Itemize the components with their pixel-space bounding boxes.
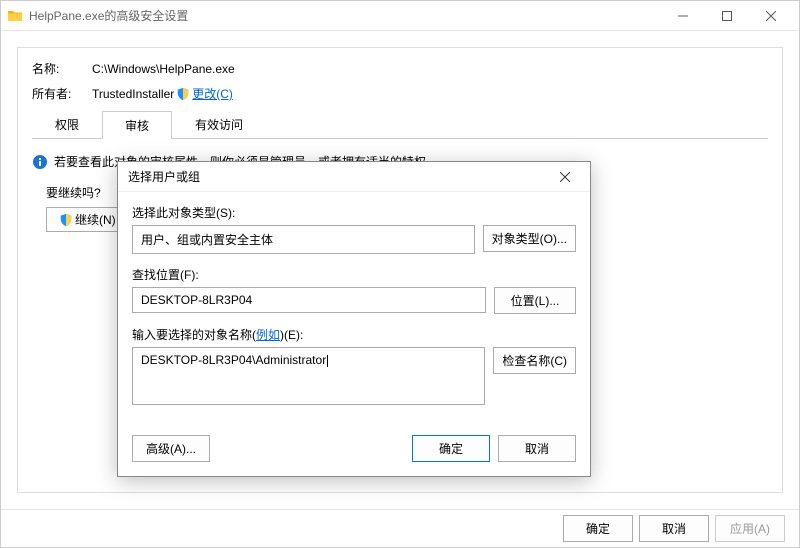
- tab-permissions[interactable]: 权限: [32, 110, 102, 138]
- owner-label: 所有者:: [32, 85, 92, 102]
- object-types-button[interactable]: 对象类型(O)...: [483, 225, 576, 252]
- tabs: 权限 审核 有效访问: [32, 110, 768, 139]
- modal-footer-right: 确定 取消: [412, 435, 576, 462]
- location-field[interactable]: DESKTOP-8LR3P04: [132, 287, 486, 313]
- modal-title: 选择用户或组: [128, 168, 550, 185]
- modal-close-button[interactable]: [550, 162, 580, 192]
- info-icon: [32, 154, 48, 170]
- ok-button[interactable]: 确定: [563, 515, 633, 542]
- window-controls: [661, 1, 793, 31]
- tab-audit[interactable]: 审核: [102, 111, 172, 139]
- owner-value: TrustedInstaller: [92, 87, 174, 101]
- close-button[interactable]: [749, 1, 793, 31]
- location-row: DESKTOP-8LR3P04 位置(L)...: [132, 287, 576, 314]
- change-owner-link[interactable]: 更改(C): [192, 85, 233, 102]
- titlebar: HelpPane.exe的高级安全设置: [1, 1, 799, 31]
- examples-link[interactable]: 例如: [256, 328, 280, 342]
- modal-ok-button[interactable]: 确定: [412, 435, 490, 462]
- shield-icon: [59, 213, 73, 227]
- object-type-label: 选择此对象类型(S):: [132, 204, 576, 221]
- object-type-row: 用户、组或内置安全主体 对象类型(O)...: [132, 225, 576, 254]
- object-names-value: DESKTOP-8LR3P04\Administrator: [141, 353, 328, 367]
- select-user-dialog: 选择用户或组 选择此对象类型(S): 用户、组或内置安全主体 对象类型(O)..…: [117, 161, 591, 477]
- advanced-button[interactable]: 高级(A)...: [132, 435, 210, 462]
- apply-button: 应用(A): [715, 515, 785, 542]
- bottom-bar: 确定 取消 应用(A): [1, 509, 799, 547]
- name-label: 名称:: [32, 60, 92, 77]
- modal-footer: 高级(A)... 确定 取消: [118, 429, 590, 476]
- name-row: 名称: C:\Windows\HelpPane.exe: [32, 60, 768, 77]
- minimize-button[interactable]: [661, 1, 705, 31]
- continue-button[interactable]: 继续(N): [46, 207, 127, 232]
- object-names-row: DESKTOP-8LR3P04\Administrator 检查名称(C): [132, 347, 576, 405]
- check-names-button[interactable]: 检查名称(C): [493, 347, 576, 374]
- window-title: HelpPane.exe的高级安全设置: [29, 7, 661, 24]
- object-names-label: 输入要选择的对象名称(例如)(E):: [132, 326, 576, 343]
- continue-button-label: 继续(N): [75, 211, 116, 228]
- modal-cancel-button[interactable]: 取消: [498, 435, 576, 462]
- object-names-label-suffix: )(E):: [280, 328, 303, 342]
- location-label: 查找位置(F):: [132, 266, 576, 283]
- cancel-button[interactable]: 取消: [639, 515, 709, 542]
- folder-icon: [7, 8, 23, 24]
- advanced-security-window: HelpPane.exe的高级安全设置 名称: C:\Windows\HelpP…: [0, 0, 800, 548]
- object-type-field[interactable]: 用户、组或内置安全主体: [132, 225, 475, 254]
- locations-button[interactable]: 位置(L)...: [494, 287, 576, 314]
- modal-body: 选择此对象类型(S): 用户、组或内置安全主体 对象类型(O)... 查找位置(…: [118, 192, 590, 429]
- name-value: C:\Windows\HelpPane.exe: [92, 62, 235, 76]
- maximize-button[interactable]: [705, 1, 749, 31]
- modal-titlebar: 选择用户或组: [118, 162, 590, 192]
- shield-icon: [176, 87, 190, 101]
- object-names-input[interactable]: DESKTOP-8LR3P04\Administrator: [132, 347, 485, 405]
- owner-row: 所有者: TrustedInstaller 更改(C): [32, 85, 768, 102]
- object-names-label-prefix: 输入要选择的对象名称(: [132, 328, 256, 342]
- tab-effective[interactable]: 有效访问: [172, 110, 266, 138]
